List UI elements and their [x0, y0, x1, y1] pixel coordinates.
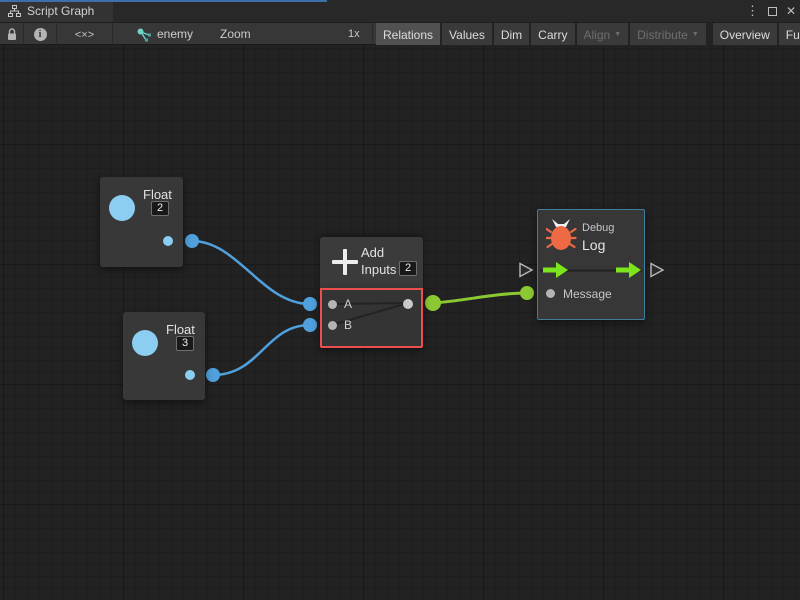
window-controls: ⋮ ✕ — [746, 0, 796, 22]
debug-log-node[interactable]: Debug Log Message — [537, 209, 645, 320]
node-category: Debug — [582, 222, 614, 234]
lock-icon — [6, 28, 18, 41]
code-icon: <×> — [75, 29, 94, 41]
flow-exit-triangle-icon[interactable] — [649, 262, 665, 278]
add-node-header[interactable]: Add Inputs 2 — [320, 237, 423, 288]
tab-bar: Script Graph ⋮ ✕ — [0, 0, 800, 22]
graph-toolbar: i <×> enemy Zoom 1x Relations Values Dim… — [0, 22, 800, 45]
align-dropdown[interactable]: Align ▼ — [577, 23, 629, 46]
values-button[interactable]: Values — [442, 23, 492, 46]
node-title: Log — [582, 237, 605, 253]
input-port-a[interactable] — [328, 300, 337, 309]
graph-hierarchy-icon — [8, 5, 21, 17]
inspector-button[interactable]: i — [24, 23, 56, 46]
relations-button[interactable]: Relations — [376, 23, 440, 46]
chevron-down-icon: ▼ — [614, 31, 621, 38]
toolbar-separator — [112, 23, 113, 46]
node-title: Float — [166, 322, 195, 337]
close-icon[interactable]: ✕ — [786, 0, 796, 22]
chevron-down-icon: ▼ — [692, 31, 699, 38]
zoom-label: Zoom — [220, 23, 251, 46]
flow-in-arrow-icon[interactable] — [543, 262, 568, 278]
float-value-input[interactable]: 2 — [151, 201, 169, 216]
float-node-2[interactable]: Float 3 — [123, 312, 205, 400]
fullscreen-button[interactable]: Full Screen — [779, 23, 800, 46]
focus-accent-line — [0, 0, 327, 2]
flow-entry-triangle-icon[interactable] — [518, 262, 534, 278]
graph-name-label[interactable]: enemy — [157, 23, 193, 46]
float-type-icon — [109, 195, 135, 221]
inputs-label: Inputs — [361, 262, 396, 277]
dim-button[interactable]: Dim — [494, 23, 529, 46]
output-port[interactable] — [185, 370, 195, 380]
distribute-dropdown[interactable]: Distribute ▼ — [630, 23, 706, 46]
float-type-icon — [132, 330, 158, 356]
input-port-b[interactable] — [328, 321, 337, 330]
inputs-count-input[interactable]: 2 — [399, 261, 417, 276]
maximize-icon[interactable] — [768, 7, 777, 16]
zoom-value: 1x — [348, 23, 360, 46]
window-menu-icon[interactable]: ⋮ — [746, 0, 759, 22]
port-b-label: B — [344, 318, 352, 332]
port-a-label: A — [344, 297, 352, 311]
add-node-body[interactable]: A B — [320, 288, 423, 348]
carry-button[interactable]: Carry — [531, 23, 574, 46]
node-title: Add — [361, 245, 384, 260]
edit-source-button[interactable]: <×> — [57, 23, 112, 46]
graph-asset-icon — [136, 23, 154, 46]
add-icon — [330, 247, 360, 277]
node-title: Float — [143, 187, 172, 202]
tab-title: Script Graph — [27, 4, 94, 18]
tab-script-graph[interactable]: Script Graph — [0, 0, 113, 22]
message-label: Message — [563, 287, 612, 301]
output-port[interactable] — [163, 236, 173, 246]
flow-out-arrow-icon[interactable] — [616, 262, 641, 278]
sum-output-port[interactable] — [403, 299, 413, 309]
toolbar-separator — [372, 23, 373, 46]
message-input-port[interactable] — [546, 289, 555, 298]
info-icon: i — [34, 28, 47, 41]
float-value-input[interactable]: 3 — [176, 336, 194, 351]
lock-button[interactable] — [0, 23, 23, 46]
bug-icon — [546, 218, 578, 252]
script-graph-window: Script Graph ⋮ ✕ i <×> — [0, 0, 800, 600]
float-node-1[interactable]: Float 2 — [100, 177, 183, 267]
toolbar-buttons: Relations Values Dim Carry Align ▼ Distr… — [376, 23, 800, 46]
overview-button[interactable]: Overview — [713, 23, 777, 46]
